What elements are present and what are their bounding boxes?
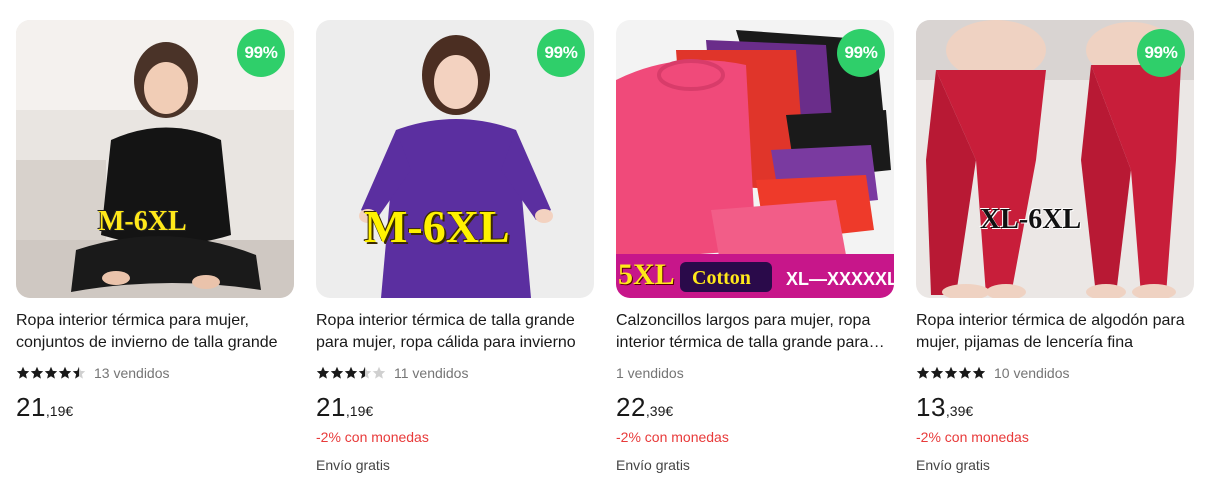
product-title[interactable]: Calzoncillos largos para mujer, ropa int… (616, 310, 894, 354)
product-card[interactable]: 5XL Cotton XL—XXXXXL 99% Calzoncillos la… (616, 20, 894, 473)
rating-row: 10 vendidos (916, 364, 1194, 382)
product-grid: M-6XL 99% Ropa interior térmica para muj… (0, 0, 1212, 494)
star-icon (358, 366, 372, 379)
price-decimal: ,39€ (645, 403, 674, 419)
product-title[interactable]: Ropa interior térmica para mujer, conjun… (16, 310, 294, 354)
sold-count: 13 vendidos (94, 365, 170, 381)
star-icon (330, 366, 344, 379)
coin-discount: -2% con monedas (916, 429, 1029, 445)
price: 22,39€ (616, 392, 894, 423)
price-decimal: ,19€ (345, 403, 374, 419)
price-decimal: ,39€ (945, 403, 974, 419)
price-integer: 13 (916, 392, 946, 422)
coin-discount: -2% con monedas (316, 429, 429, 445)
price: 21,19€ (16, 392, 294, 423)
price-integer: 21 (16, 392, 46, 422)
star-icon (58, 366, 72, 379)
star-icon (316, 366, 330, 379)
sold-count: 10 vendidos (994, 365, 1070, 381)
product-card[interactable]: XL-6XL 99% Ropa interior térmica de algo… (916, 20, 1194, 473)
price: 21,19€ (316, 392, 594, 423)
free-shipping: Envío gratis (316, 457, 390, 473)
coin-discount: -2% con monedas (616, 429, 729, 445)
star-icon (16, 366, 30, 379)
size-range-label: XL-6XL (980, 204, 1082, 235)
match-badge: 99% (1137, 29, 1185, 77)
size-range-label: M-6XL (98, 206, 187, 237)
star-icon (958, 366, 972, 379)
star-icon (944, 366, 958, 379)
free-shipping: Envío gratis (616, 457, 690, 473)
product-card[interactable]: M-6XL 99% Ropa interior térmica de talla… (316, 20, 594, 473)
size-range-label: M-6XL (364, 201, 510, 252)
star-icon (930, 366, 944, 379)
sold-count: 11 vendidos (394, 365, 469, 381)
rating-stars (16, 366, 86, 380)
rating-row: 1 vendidos (616, 364, 894, 382)
product-image[interactable]: M-6XL 99% (316, 20, 594, 298)
star-icon (372, 366, 386, 379)
product-image[interactable]: 5XL Cotton XL—XXXXXL 99% (616, 20, 894, 298)
star-icon (916, 366, 930, 379)
price-decimal: ,19€ (45, 403, 74, 419)
star-icon (344, 366, 358, 379)
price: 13,39€ (916, 392, 1194, 423)
rating-row: 11 vendidos (316, 364, 594, 382)
price-integer: 21 (316, 392, 346, 422)
match-badge: 99% (237, 29, 285, 77)
match-badge: 99% (537, 29, 585, 77)
free-shipping: Envío gratis (916, 457, 990, 473)
product-image[interactable]: XL-6XL 99% (916, 20, 1194, 298)
rating-stars (316, 366, 386, 380)
sold-count: 1 vendidos (616, 365, 684, 381)
product-card[interactable]: M-6XL 99% Ropa interior térmica para muj… (16, 20, 294, 423)
product-image[interactable]: M-6XL 99% (16, 20, 294, 298)
rating-stars (916, 366, 986, 380)
match-badge: 99% (837, 29, 885, 77)
size-label: 5XL (618, 258, 675, 291)
price-integer: 22 (616, 392, 646, 422)
range-label: XL—XXXXXL (786, 269, 894, 289)
product-title[interactable]: Ropa interior térmica de talla grande pa… (316, 310, 594, 354)
rating-row: 13 vendidos (16, 364, 294, 382)
star-icon (44, 366, 58, 379)
star-icon (72, 366, 86, 379)
star-icon (972, 366, 986, 379)
star-icon (30, 366, 44, 379)
product-title[interactable]: Ropa interior térmica de algodón para mu… (916, 310, 1194, 354)
cotton-label: Cotton (692, 267, 751, 289)
